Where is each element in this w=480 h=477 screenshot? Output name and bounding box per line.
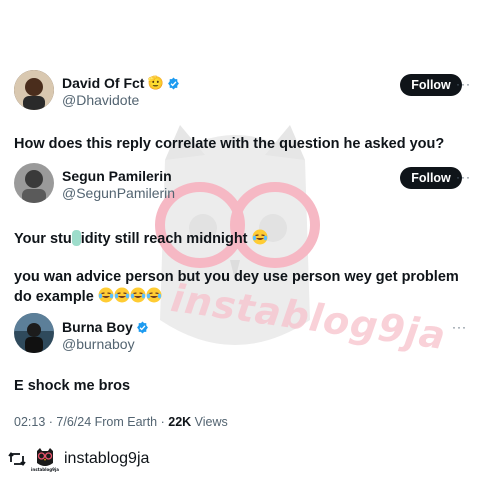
tweet-meta: 02:13 · 7/6/24 From Earth · 22K Views: [14, 415, 228, 429]
author-handle-burna[interactable]: @burnaboy: [62, 336, 135, 352]
follow-button-segun[interactable]: Follow: [400, 167, 462, 189]
crying-laughing-emoji: [146, 287, 162, 309]
author-name-david[interactable]: David Of Fct 🫡: [62, 75, 180, 91]
avatar-burna[interactable]: [14, 313, 54, 353]
salute-emoji: 🫡: [147, 75, 164, 90]
tweet-text-burna: E shock me bros: [14, 378, 131, 394]
logo-caption: instablog9ja: [31, 467, 59, 472]
crying-laughing-emoji: [252, 229, 268, 251]
verified-badge-icon: [136, 321, 149, 334]
crying-laughing-emoji: [114, 287, 130, 309]
more-options-icon[interactable]: ···: [452, 320, 467, 334]
avatar-segun[interactable]: [14, 163, 54, 203]
tweet-text-segun-line1: Your stu idity still reach midnight: [14, 229, 474, 251]
avatar-david[interactable]: [14, 70, 54, 110]
tweet-text-segun-line2: you wan advice person but you dey use pe…: [14, 268, 474, 309]
repost-icon[interactable]: [8, 451, 26, 472]
crying-laughing-emoji: [130, 287, 146, 309]
instablog9ja-logo[interactable]: instablog9ja: [31, 447, 59, 472]
text-part-b: idity still reach midnight: [80, 231, 248, 247]
tweet-text-david: How does this reply correlate with the q…: [14, 136, 445, 152]
tweet-timestamp[interactable]: 02:13 · 7/6/24 From Earth ·: [14, 415, 168, 429]
blur-smudge: [71, 230, 81, 246]
text-line2: you wan advice person but you dey use pe…: [14, 269, 459, 305]
author-name-text: Burna Boy: [62, 319, 133, 335]
author-handle-segun[interactable]: @SegunPamilerin: [62, 185, 175, 201]
verified-badge-icon: [167, 77, 180, 90]
views-count: 22K: [168, 415, 192, 429]
author-name-text: David Of Fct: [62, 75, 145, 91]
author-name-burna[interactable]: Burna Boy: [62, 319, 149, 335]
author-name-segun[interactable]: Segun Pamilerin: [62, 168, 172, 184]
views-label: Views: [191, 415, 228, 429]
author-handle-david[interactable]: @Dhavidote: [62, 92, 139, 108]
footer-account-name[interactable]: instablog9ja: [64, 450, 149, 468]
crying-laughing-emoji: [98, 287, 114, 309]
more-options-icon[interactable]: ···: [456, 170, 471, 184]
follow-button-david[interactable]: Follow: [400, 74, 462, 96]
text-part-a: Your stu: [14, 231, 72, 247]
more-options-icon[interactable]: ···: [456, 77, 471, 91]
